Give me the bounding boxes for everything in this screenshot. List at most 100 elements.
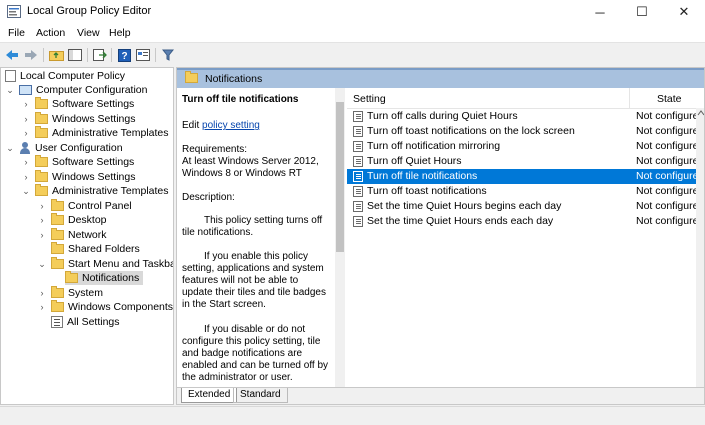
requirements-text: At least Windows Server 2012, Windows 8 … bbox=[182, 156, 319, 179]
policy-setting-icon bbox=[353, 141, 363, 152]
close-button[interactable]: ✕ bbox=[663, 0, 705, 24]
folder-icon bbox=[35, 97, 48, 109]
tree-item-shared-folders[interactable]: Shared Folders bbox=[51, 242, 140, 256]
help-icon[interactable]: ? bbox=[115, 46, 133, 64]
toolbar: ? bbox=[0, 42, 705, 67]
minimize-button[interactable]: ─ bbox=[579, 0, 621, 24]
chevron-right-icon[interactable]: › bbox=[37, 286, 47, 300]
tree-item-control-panel[interactable]: Control Panel bbox=[51, 199, 132, 213]
chevron-right-icon[interactable]: › bbox=[21, 97, 31, 111]
tree-label: System bbox=[68, 287, 104, 299]
tree-item-system[interactable]: System bbox=[51, 286, 103, 300]
list-header: Setting State bbox=[347, 88, 704, 109]
edit-policy-link[interactable]: policy setting bbox=[202, 120, 260, 131]
tree-item-network[interactable]: Network bbox=[51, 228, 107, 242]
chevron-down-icon[interactable]: ⌄ bbox=[21, 184, 31, 198]
tree-label: Administrative Templates bbox=[52, 185, 169, 197]
all-settings-icon bbox=[51, 316, 63, 328]
tab-extended[interactable]: Extended bbox=[181, 388, 238, 403]
tree-item-cc-administrative-templates[interactable]: Administrative Templates bbox=[35, 126, 169, 140]
status-bar bbox=[0, 406, 705, 425]
scrollbar-thumb[interactable] bbox=[336, 102, 344, 252]
tree-label: User Configuration bbox=[35, 142, 123, 154]
description-panel: Turn off tile notifications Edit policy … bbox=[177, 88, 337, 388]
setting-row-selected[interactable]: Turn off tile notifications Not configur… bbox=[347, 169, 704, 184]
tree-label: Local Computer Policy bbox=[20, 70, 126, 82]
setting-state: Not configured bbox=[636, 185, 705, 197]
tree-label: Windows Settings bbox=[52, 171, 136, 183]
show-hide-tree-icon[interactable] bbox=[66, 46, 84, 64]
scroll-up-icon[interactable] bbox=[697, 110, 705, 116]
folder-icon bbox=[51, 228, 64, 240]
setting-row[interactable]: Turn off toast notifications Not configu… bbox=[347, 184, 705, 199]
tree-item-notifications[interactable]: Notifications bbox=[65, 271, 144, 285]
tree-item-desktop[interactable]: Desktop bbox=[51, 213, 107, 227]
folder-icon bbox=[35, 126, 48, 138]
list-vertical-scrollbar[interactable] bbox=[696, 108, 705, 404]
menu-view[interactable]: View bbox=[77, 27, 100, 39]
policy-setting-icon bbox=[353, 156, 363, 167]
setting-row[interactable]: Turn off notification mirroring Not conf… bbox=[347, 139, 704, 154]
tree-item-start-menu-and-taskbar[interactable]: Start Menu and Taskbar bbox=[51, 257, 174, 271]
tree-item-cc-windows-settings[interactable]: Windows Settings bbox=[35, 112, 135, 126]
tree-item-uc-software-settings[interactable]: Software Settings bbox=[35, 155, 134, 169]
tab-standard[interactable]: Standard bbox=[233, 388, 288, 403]
properties-view-icon[interactable] bbox=[134, 46, 152, 64]
setting-row[interactable]: Set the time Quiet Hours ends each day N… bbox=[347, 214, 704, 229]
forward-icon[interactable] bbox=[22, 46, 40, 64]
chevron-right-icon[interactable]: › bbox=[21, 170, 31, 184]
chevron-down-icon[interactable]: ⌄ bbox=[5, 83, 15, 97]
tree-label: Administrative Templates bbox=[52, 127, 169, 139]
toolbar-separator bbox=[155, 48, 156, 62]
window-title: Local Group Policy Editor bbox=[27, 5, 152, 17]
chevron-down-icon[interactable]: ⌄ bbox=[5, 141, 15, 155]
tree-item-uc-windows-settings[interactable]: Windows Settings bbox=[35, 170, 135, 184]
toolbar-separator bbox=[43, 48, 44, 62]
back-icon[interactable] bbox=[3, 46, 21, 64]
tree-item-user-configuration[interactable]: User Configuration bbox=[19, 141, 123, 155]
chevron-right-icon[interactable]: › bbox=[21, 112, 31, 126]
column-header-setting[interactable]: Setting bbox=[353, 93, 386, 105]
chevron-right-icon[interactable]: › bbox=[37, 300, 47, 314]
chevron-right-icon[interactable]: › bbox=[21, 155, 31, 169]
description-scrollbar[interactable] bbox=[335, 88, 345, 390]
column-divider[interactable] bbox=[629, 88, 630, 108]
up-folder-icon[interactable] bbox=[47, 46, 65, 64]
tree-item-local-computer-policy[interactable]: Local Computer Policy bbox=[5, 69, 125, 83]
maximize-button[interactable]: ☐ bbox=[621, 0, 663, 24]
setting-state: Not configured bbox=[636, 200, 705, 212]
folder-header: Notifications bbox=[177, 68, 704, 88]
chevron-right-icon[interactable]: › bbox=[37, 199, 47, 213]
tree-item-cc-software-settings[interactable]: Software Settings bbox=[35, 97, 134, 111]
chevron-right-icon[interactable]: › bbox=[21, 126, 31, 140]
group-policy-icon bbox=[7, 5, 21, 18]
menu-help[interactable]: Help bbox=[109, 27, 131, 39]
chevron-right-icon[interactable]: › bbox=[37, 213, 47, 227]
tree-item-all-settings[interactable]: All Settings bbox=[51, 315, 120, 329]
tree-label: Notifications bbox=[82, 272, 140, 284]
folder-icon bbox=[51, 257, 64, 269]
filter-icon[interactable] bbox=[159, 46, 177, 64]
setting-row[interactable]: Turn off Quiet Hours Not configured bbox=[347, 154, 704, 169]
folder-icon bbox=[35, 170, 48, 182]
column-header-state[interactable]: State bbox=[657, 93, 682, 105]
setting-row[interactable]: Set the time Quiet Hours begins each day… bbox=[347, 199, 705, 214]
requirements-label: Requirements: bbox=[182, 144, 248, 155]
menu-bar: File Action View Help bbox=[0, 24, 705, 42]
tree-item-computer-configuration[interactable]: Computer Configuration bbox=[19, 83, 147, 97]
setting-name: Turn off calls during Quiet Hours bbox=[367, 110, 518, 122]
folder-icon bbox=[35, 184, 48, 196]
chevron-right-icon[interactable]: › bbox=[37, 228, 47, 242]
setting-row[interactable]: Turn off calls during Quiet Hours Not co… bbox=[347, 109, 704, 124]
policy-title: Turn off tile notifications bbox=[182, 94, 299, 105]
tree-item-windows-components[interactable]: Windows Components bbox=[51, 300, 173, 314]
setting-row[interactable]: Turn off toast notifications on the lock… bbox=[347, 124, 704, 139]
tree-item-uc-administrative-templates[interactable]: Administrative Templates bbox=[35, 184, 169, 198]
tree-label: Software Settings bbox=[52, 98, 135, 110]
description-para-1: This policy setting turns off tile notif… bbox=[182, 215, 323, 238]
menu-file[interactable]: File bbox=[8, 27, 25, 39]
tree-label: Start Menu and Taskbar bbox=[68, 258, 174, 270]
menu-action[interactable]: Action bbox=[36, 27, 65, 39]
export-list-icon[interactable] bbox=[91, 46, 109, 64]
chevron-down-icon[interactable]: ⌄ bbox=[37, 257, 47, 271]
